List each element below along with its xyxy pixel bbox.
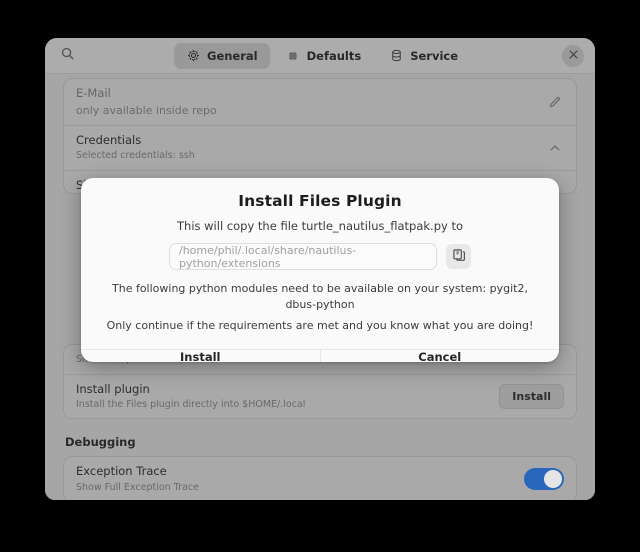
folder-open-icon — [452, 247, 466, 266]
dialog-cancel-button[interactable]: Cancel — [319, 349, 560, 362]
browse-folder-button[interactable] — [446, 244, 471, 269]
install-files-plugin-dialog: Install Files Plugin This will copy the … — [81, 178, 559, 362]
dialog-body: Install Files Plugin This will copy the … — [81, 178, 559, 349]
dialog-note-warning: Only continue if the requirements are me… — [106, 318, 534, 332]
dialog-note-modules: The following python modules need to be … — [112, 282, 528, 311]
dialog-install-button[interactable]: Install — [81, 350, 320, 362]
path-row: /home/phil/.local/share/nautilus-python/… — [169, 243, 471, 270]
dialog-actions: Install Cancel — [81, 348, 560, 362]
screen: General Defaults Service E-Mail only ava… — [0, 0, 640, 552]
dialog-subtitle: This will copy the file turtle_nautilus_… — [177, 219, 463, 233]
dialog-title: Install Files Plugin — [238, 192, 402, 210]
destination-path-input[interactable]: /home/phil/.local/share/nautilus-python/… — [169, 243, 437, 270]
